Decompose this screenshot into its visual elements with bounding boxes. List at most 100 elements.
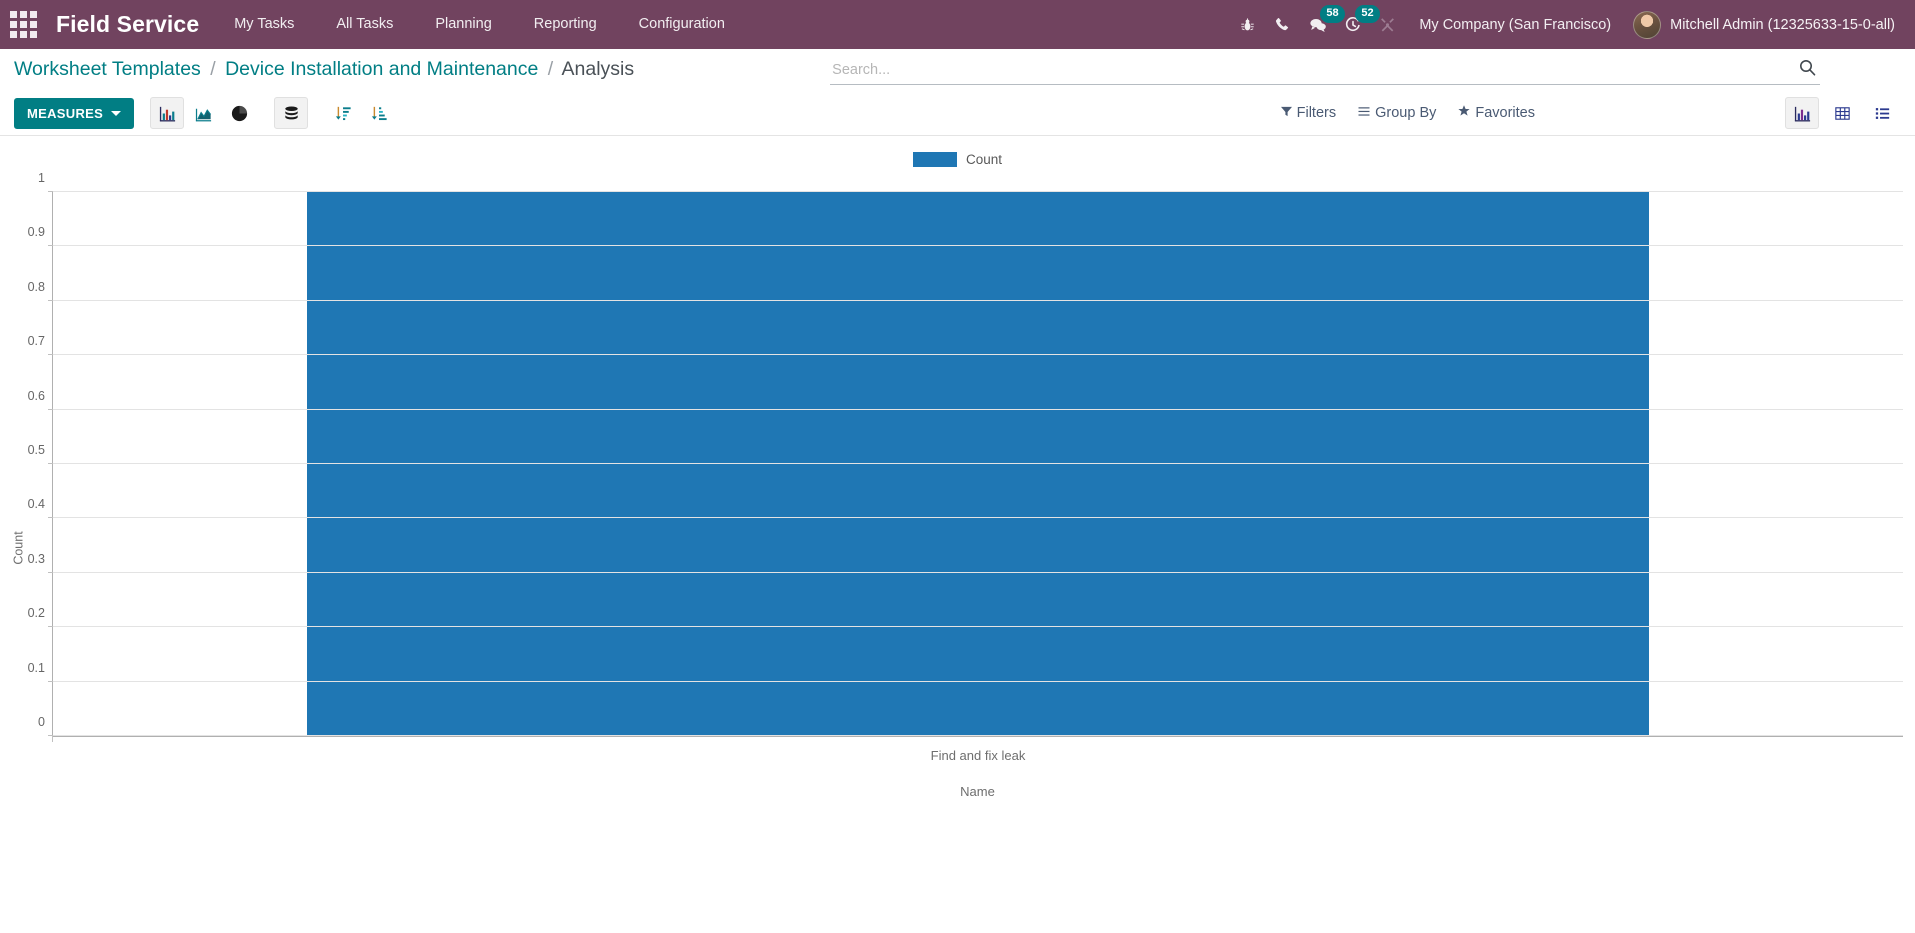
nav-item-reporting[interactable]: Reporting <box>513 0 618 49</box>
chart-gridline <box>53 299 1903 301</box>
app-brand-title[interactable]: Field Service <box>56 11 199 38</box>
y-axis-tick-mark <box>48 408 53 410</box>
y-axis-tick-label: 0.1 <box>27 660 45 675</box>
activities-clock-icon[interactable]: 52 <box>1335 0 1380 49</box>
apps-grid-cell <box>9 11 17 18</box>
line-chart-icon[interactable] <box>186 97 220 129</box>
control-panel-top-row: Worksheet Templates / Device Installatio… <box>0 49 1915 91</box>
chart-bar-slot: Find and fix leak <box>53 192 1903 763</box>
y-axis-tick-label: 0.9 <box>27 225 45 240</box>
chart-gridline <box>53 571 1903 573</box>
y-axis-tick-mark <box>48 299 53 301</box>
breadcrumb-separator: / <box>210 58 216 81</box>
pivot-view-icon[interactable] <box>1825 97 1859 129</box>
breadcrumb-item-worksheet-templates[interactable]: Worksheet Templates <box>14 58 201 80</box>
top-navbar: Field Service My Tasks All Tasks Plannin… <box>0 0 1915 49</box>
chart-plot-wrapper: Count Find and fix leak 0 0.1 0.2 0.3 0.4 0.5… <box>0 170 1915 926</box>
bug-icon[interactable] <box>1230 0 1265 49</box>
search-icon[interactable] <box>1795 59 1820 81</box>
company-switcher[interactable]: My Company (San Francisco) <box>1405 17 1625 33</box>
y-axis-tick-label: 1 <box>38 171 45 185</box>
apps-grid-cell <box>19 21 27 28</box>
breadcrumb-separator: / <box>547 58 554 81</box>
breadcrumb-item-analysis: Analysis <box>561 58 635 81</box>
pie-chart-icon[interactable] <box>222 97 256 129</box>
search-options: Filters Group By Favorites <box>1280 105 1535 121</box>
chart-plot-area: Find and fix leak 0 0.1 0.2 0.3 0.4 0.5 0.6 0.7… <box>28 171 1903 763</box>
y-axis-title: Count <box>11 531 26 565</box>
group-by-dropdown[interactable]: Group By <box>1358 105 1436 121</box>
y-axis-tick-label: 0.8 <box>27 279 45 294</box>
bar-chart-icon[interactable] <box>150 97 185 129</box>
nav-item-planning[interactable]: Planning <box>414 0 512 49</box>
apps-grid-cell <box>19 31 27 38</box>
phone-icon[interactable] <box>1265 0 1300 49</box>
y-axis-tick-label: 0.7 <box>27 334 45 349</box>
favorites-dropdown[interactable]: Favorites <box>1458 105 1535 121</box>
y-axis-tick-mark <box>48 571 53 573</box>
view-switcher <box>1785 97 1901 129</box>
y-axis-tick-mark <box>48 626 53 628</box>
y-axis-tick-label: 0 <box>38 715 45 729</box>
measures-button[interactable]: MEASURES <box>14 97 135 129</box>
stacked-database-icon[interactable] <box>274 97 309 129</box>
y-axis-tick-label: 0.3 <box>27 551 45 566</box>
chart-gridline <box>53 354 1903 356</box>
favorites-star-icon <box>1458 105 1470 121</box>
nav-item-all-tasks[interactable]: All Tasks <box>315 0 414 49</box>
y-axis-tick-mark <box>48 245 53 247</box>
search-view <box>830 55 1821 85</box>
breadcrumb-item-device-installation[interactable]: Device Installation and Maintenance <box>225 58 538 80</box>
chart-gridline <box>53 245 1903 247</box>
legend-label-count: Count <box>965 151 1003 167</box>
chevron-down-icon <box>111 110 122 116</box>
chart-gridline <box>53 517 1903 519</box>
stack-button-group <box>274 97 310 129</box>
user-name-label: Mitchell Admin (12325633-15-0-all) <box>1670 16 1895 33</box>
y-axis-tick-mark <box>48 517 53 519</box>
search-input[interactable] <box>830 55 1796 84</box>
x-axis-origin-tick <box>52 736 53 742</box>
navbar-right-systray: 58 52 My Company (San Francisco) Mitchel… <box>1230 0 1899 49</box>
control-panel: Worksheet Templates / Device Installatio… <box>0 49 1915 136</box>
x-axis-tick-label: Find and fix leak <box>930 748 1026 763</box>
y-axis-tick-label: 0.2 <box>27 606 45 621</box>
apps-grid-cell <box>9 31 17 38</box>
sort-ascending-icon[interactable] <box>362 97 396 129</box>
avatar <box>1633 10 1662 39</box>
main-menu: My Tasks All Tasks Planning Reporting Co… <box>213 0 746 49</box>
messages-icon[interactable]: 58 <box>1300 0 1345 49</box>
apps-grid-cell <box>19 11 27 18</box>
legend-swatch-count <box>912 151 957 167</box>
chart-type-button-group <box>150 97 258 129</box>
list-view-icon[interactable] <box>1865 97 1899 129</box>
breadcrumb: Worksheet Templates / Device Installatio… <box>14 60 634 80</box>
tools-wrench-icon[interactable] <box>1370 0 1405 49</box>
y-axis-tick-mark <box>48 354 53 356</box>
chart-gridline <box>53 735 1903 736</box>
nav-item-configuration[interactable]: Configuration <box>618 0 746 49</box>
nav-item-my-tasks[interactable]: My Tasks <box>213 0 315 49</box>
apps-grid-cell <box>29 21 37 28</box>
chart-gridline <box>53 626 1903 628</box>
sort-descending-icon[interactable] <box>326 97 360 129</box>
chart-bars: Find and fix leak <box>53 192 1903 763</box>
filter-funnel-icon <box>1280 105 1292 121</box>
user-menu[interactable]: Mitchell Admin (12325633-15-0-all) <box>1625 10 1899 39</box>
filters-dropdown[interactable]: Filters <box>1280 105 1336 121</box>
apps-grid-cell <box>9 21 17 28</box>
sort-button-group <box>326 97 398 129</box>
y-axis-tick-label: 0.6 <box>27 388 45 403</box>
group-by-lines-icon <box>1358 105 1370 121</box>
apps-grid-icon[interactable] <box>6 8 40 42</box>
chart-bar[interactable] <box>307 192 1649 736</box>
y-axis-tick-mark <box>48 735 53 736</box>
apps-grid-cell <box>29 11 37 18</box>
y-axis-tick-mark <box>48 191 53 192</box>
chart-gridline <box>53 463 1903 464</box>
y-axis-tick-label: 0.5 <box>27 443 45 457</box>
y-axis-tick-label: 0.4 <box>27 497 45 512</box>
graph-view-icon[interactable] <box>1785 97 1819 129</box>
favorites-label: Favorites <box>1475 105 1535 121</box>
measures-button-label: MEASURES <box>27 105 104 121</box>
